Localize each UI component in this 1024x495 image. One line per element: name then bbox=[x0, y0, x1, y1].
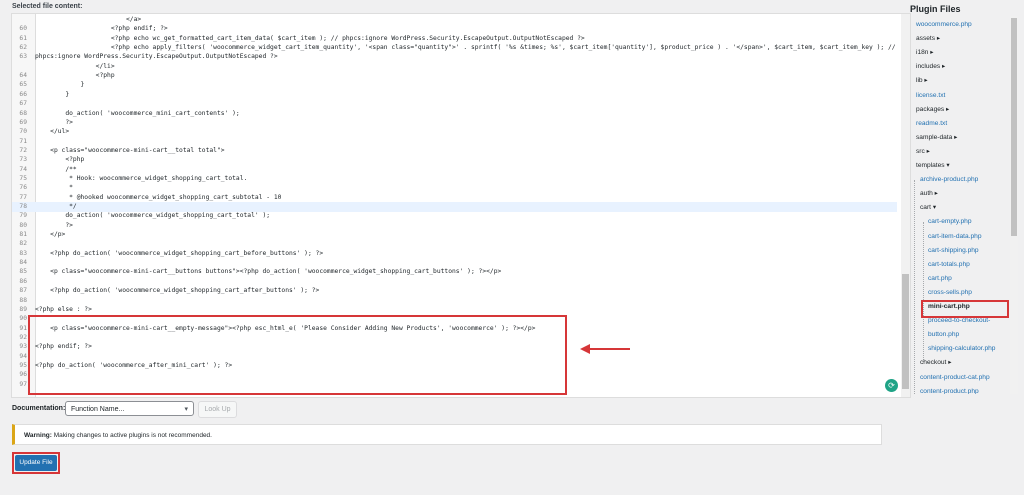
selected-file-label: Selected file content: bbox=[12, 3, 83, 10]
plugin-folder-item[interactable]: auth ▸ bbox=[920, 187, 938, 200]
code-text: <?php bbox=[35, 156, 85, 164]
code-text: phpcs:ignore WordPress.Security.EscapeOu… bbox=[35, 53, 278, 61]
code-text: ?> bbox=[35, 221, 73, 229]
function-name-select[interactable]: Function Name... ▾ bbox=[65, 401, 194, 416]
plugin-file-item[interactable]: cart-item-data.php bbox=[928, 230, 982, 243]
code-text: * bbox=[35, 184, 73, 192]
code-text: <?php else : ?> bbox=[35, 305, 92, 313]
plugin-file-item[interactable]: content-product.php bbox=[920, 385, 979, 394]
warning-strong: Warning: bbox=[24, 432, 52, 439]
refresh-icon[interactable]: ⟳ bbox=[885, 379, 898, 392]
update-button-highlight: Update File bbox=[12, 452, 60, 474]
plugin-file-item[interactable]: cart-shipping.php bbox=[928, 244, 979, 257]
code-text: /** bbox=[35, 165, 77, 173]
code-text: <?php do_action( 'woocommerce_widget_sho… bbox=[35, 287, 320, 295]
plugin-folder-item[interactable]: includes ▸ bbox=[916, 60, 945, 73]
code-text: <?php do_action( 'woocommerce_widget_sho… bbox=[35, 249, 324, 257]
code-text: * Hook: woocommerce_widget_shopping_cart… bbox=[35, 174, 248, 182]
code-text: </p> bbox=[35, 231, 66, 239]
editor-scrollbar[interactable] bbox=[901, 14, 910, 397]
code-text: do_action( 'woocommerce_mini_cart_conten… bbox=[35, 109, 240, 117]
plugin-folder-item[interactable]: packages ▸ bbox=[916, 103, 949, 116]
code-text: <?php echo wc_get_formatted_cart_item_da… bbox=[35, 34, 585, 42]
plugin-file-item[interactable]: cart-totals.php bbox=[928, 258, 970, 271]
plugin-files-scrollbar-thumb[interactable] bbox=[1011, 18, 1017, 236]
code-text: do_action( 'woocommerce_widget_shopping_… bbox=[35, 212, 271, 220]
plugin-file-item[interactable]: button.php bbox=[928, 328, 959, 341]
plugin-file-item[interactable]: shipping-calculator.php bbox=[928, 342, 995, 355]
plugin-folder-item[interactable]: lib ▸ bbox=[916, 74, 928, 87]
warning-text: Making changes to active plugins is not … bbox=[51, 432, 212, 439]
code-text: </ul> bbox=[35, 128, 70, 136]
code-text: ?> bbox=[35, 118, 73, 126]
plugin-file-item[interactable]: cross-sells.php bbox=[928, 286, 972, 299]
documentation-label: Documentation: bbox=[12, 405, 66, 412]
code-text: <?php endif; ?> bbox=[35, 25, 168, 33]
plugin-files-scrollbar[interactable] bbox=[1010, 16, 1018, 394]
plugin-folder-item[interactable]: cart ▾ bbox=[920, 201, 936, 214]
warning-notice: Warning: Making changes to active plugin… bbox=[12, 424, 882, 445]
code-text: } bbox=[35, 81, 85, 89]
plugin-file-item[interactable]: readme.txt bbox=[916, 117, 947, 130]
code-text: <?php bbox=[35, 72, 115, 80]
tree-guide-line bbox=[923, 222, 924, 362]
active-file-highlight bbox=[921, 300, 1009, 318]
plugin-files-title: Plugin Files bbox=[910, 4, 961, 14]
code-text: * @hooked woocommerce_widget_shopping_ca… bbox=[35, 193, 282, 201]
plugin-folder-item[interactable]: i18n ▸ bbox=[916, 46, 934, 59]
plugin-file-item[interactable]: cart.php bbox=[928, 272, 952, 285]
tree-guide-line bbox=[914, 180, 915, 394]
code-text: <p class="woocommerce-mini-cart__total t… bbox=[35, 146, 225, 154]
editor-scrollbar-thumb[interactable] bbox=[902, 274, 909, 389]
annotation-highlight-box bbox=[28, 315, 567, 395]
code-text: </li> bbox=[35, 62, 115, 70]
function-name-select-value: Function Name... bbox=[71, 406, 125, 413]
code-text: <p class="woocommerce-mini-cart__buttons… bbox=[35, 268, 502, 276]
plugin-file-item[interactable]: cart-empty.php bbox=[928, 215, 972, 228]
update-file-button[interactable]: Update File bbox=[15, 455, 57, 471]
plugin-file-item[interactable]: license.txt bbox=[916, 89, 945, 102]
plugin-file-item[interactable]: content-product-cat.php bbox=[920, 371, 990, 384]
plugin-folder-item[interactable]: assets ▸ bbox=[916, 32, 940, 45]
plugin-file-item[interactable]: archive-product.php bbox=[920, 173, 978, 186]
look-up-button[interactable]: Look Up bbox=[198, 401, 237, 418]
code-text: </a> bbox=[35, 16, 142, 23]
code-text: <?php echo apply_filters( 'woocommerce_w… bbox=[35, 44, 896, 52]
plugin-file-item[interactable]: woocommerce.php bbox=[916, 18, 972, 31]
annotation-arrow-icon bbox=[580, 344, 630, 354]
plugin-folder-item[interactable]: sample-data ▸ bbox=[916, 131, 957, 144]
code-text: } bbox=[35, 90, 70, 98]
code-text: */ bbox=[35, 203, 77, 210]
plugin-folder-item[interactable]: templates ▾ bbox=[916, 159, 950, 172]
plugin-folder-item[interactable]: src ▸ bbox=[916, 145, 930, 158]
plugin-files-tree: woocommerce.php assets ▸ i18n ▸ includes ▸ l… bbox=[910, 16, 1018, 394]
chevron-down-icon: ▾ bbox=[184, 406, 188, 413]
plugin-folder-item[interactable]: checkout ▸ bbox=[920, 356, 952, 369]
